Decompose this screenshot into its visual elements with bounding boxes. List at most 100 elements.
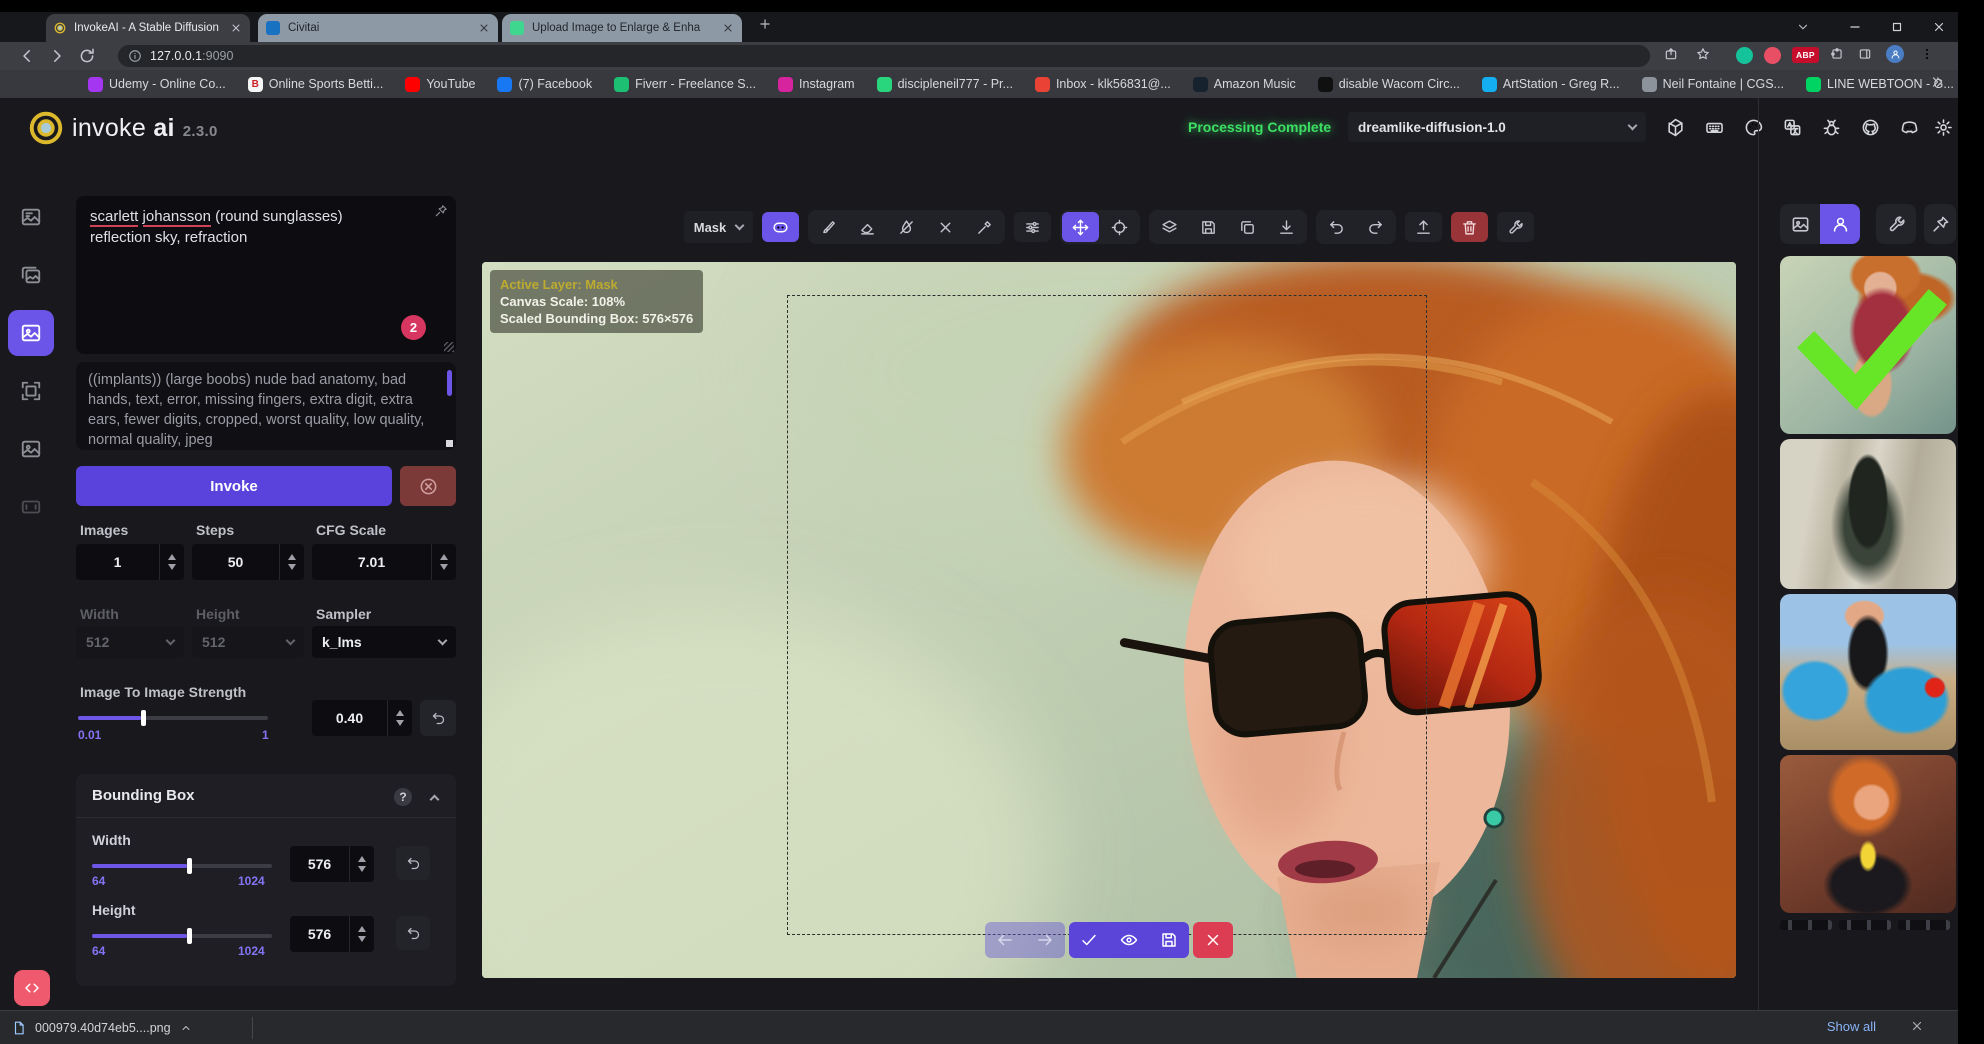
- adblock-plus-extension-icon[interactable]: ABP: [1792, 47, 1819, 63]
- new-tab-button[interactable]: [758, 17, 772, 31]
- bookmark-item[interactable]: (7) Facebook: [497, 77, 592, 92]
- resize-handle[interactable]: [444, 342, 454, 352]
- discard-image-button[interactable]: [1193, 922, 1233, 958]
- brush-options-button[interactable]: [1014, 212, 1051, 242]
- width-select[interactable]: 512: [76, 626, 184, 658]
- collapse-chevron-icon[interactable]: [430, 795, 440, 805]
- download-item[interactable]: 000979.40d74eb5....png: [12, 1011, 192, 1044]
- site-info-icon[interactable]: [128, 49, 142, 63]
- console-toggle-button[interactable]: [14, 970, 50, 1006]
- report-bug-button[interactable]: [1814, 112, 1848, 142]
- bounding-box-header[interactable]: Bounding Box ?: [76, 774, 456, 818]
- erase-bounding-box-button[interactable]: [927, 212, 964, 242]
- profile-avatar[interactable]: [1886, 45, 1904, 63]
- reset-view-button[interactable]: [1101, 212, 1138, 242]
- scrollbar-thumb[interactable]: [447, 370, 452, 396]
- stepper[interactable]: [349, 916, 374, 952]
- bbox-width-input[interactable]: 576: [290, 846, 374, 882]
- prompt-input[interactable]: scarlett johansson (round sunglasses) re…: [76, 196, 456, 354]
- tab-nodes[interactable]: [8, 368, 54, 414]
- gallery-thumbnail[interactable]: [1780, 439, 1956, 589]
- color-picker-button[interactable]: [966, 212, 1003, 242]
- bookmark-item[interactable]: Instagram: [778, 77, 855, 92]
- cancel-button[interactable]: [400, 466, 456, 506]
- eraser-tool-button[interactable]: [849, 212, 886, 242]
- gallery-settings-button[interactable]: [1876, 204, 1916, 244]
- tab-close-icon[interactable]: [478, 22, 490, 34]
- bookmark-item[interactable]: disable Wacom Circ...: [1318, 77, 1460, 92]
- redo-button[interactable]: [1357, 212, 1394, 242]
- model-select[interactable]: dreamlike-diffusion-1.0: [1348, 112, 1646, 142]
- show-all-downloads-link[interactable]: Show all: [1827, 1019, 1876, 1034]
- bbox-width-slider[interactable]: [92, 864, 272, 868]
- next-image-button[interactable]: [1025, 922, 1065, 958]
- tab-upload-image[interactable]: Upload Image to Enlarge & Enha: [502, 14, 742, 42]
- extensions-puzzle-icon[interactable]: [1830, 47, 1844, 61]
- help-icon[interactable]: ?: [394, 788, 412, 806]
- bookmark-item[interactable]: Inbox - klk56831@...: [1035, 77, 1171, 92]
- merge-visible-button[interactable]: [1151, 212, 1188, 242]
- back-button[interactable]: [12, 43, 42, 69]
- move-tool-button[interactable]: [1062, 212, 1099, 242]
- stepper[interactable]: [431, 544, 456, 580]
- strength-input[interactable]: 0.40: [312, 700, 412, 736]
- strength-slider[interactable]: [78, 716, 268, 720]
- model-manager-button[interactable]: [1658, 112, 1692, 142]
- stepper[interactable]: [349, 846, 374, 882]
- bookmark-item[interactable]: Amazon Music: [1193, 77, 1296, 92]
- slider-thumb[interactable]: [187, 858, 192, 874]
- save-to-gallery-button[interactable]: [1190, 212, 1227, 242]
- stepper[interactable]: [159, 544, 184, 580]
- browser-menu-kebab-icon[interactable]: [1920, 47, 1934, 61]
- theme-button[interactable]: [1736, 112, 1770, 142]
- steps-input[interactable]: 50: [192, 544, 304, 580]
- sampler-select[interactable]: k_lms: [312, 626, 456, 658]
- share-icon[interactable]: [1664, 47, 1678, 61]
- save-staging-button[interactable]: [1149, 922, 1189, 958]
- stepper[interactable]: [387, 700, 412, 736]
- tab-invokeai[interactable]: InvokeAI - A Stable Diffusion Too: [46, 14, 250, 42]
- bbox-height-slider[interactable]: [92, 934, 272, 938]
- gallery-results-tab[interactable]: [1820, 204, 1860, 244]
- grammarly-extension-icon[interactable]: [1736, 47, 1753, 64]
- discord-button[interactable]: [1892, 112, 1926, 142]
- bookmark-item[interactable]: BOnline Sports Betti...: [248, 77, 384, 92]
- slider-thumb[interactable]: [141, 710, 146, 726]
- tab-close-icon[interactable]: [230, 22, 242, 34]
- height-select[interactable]: 512: [192, 626, 304, 658]
- forward-button[interactable]: [42, 43, 72, 69]
- bookmark-star-icon[interactable]: [1696, 47, 1710, 61]
- bookmark-item[interactable]: YouTube: [405, 77, 475, 92]
- tab-unified-canvas[interactable]: [8, 310, 54, 356]
- images-input[interactable]: 1: [76, 544, 184, 580]
- address-bar[interactable]: 127.0.0.1:9090: [118, 45, 1650, 67]
- tab-text-to-image[interactable]: [8, 194, 54, 240]
- hotkeys-button[interactable]: [1697, 112, 1731, 142]
- tab-training[interactable]: [8, 484, 54, 530]
- stepper[interactable]: [279, 544, 304, 580]
- bookmarks-overflow-icon[interactable]: [1930, 75, 1944, 89]
- tab-postprocessing[interactable]: [8, 426, 54, 472]
- tab-image-to-image[interactable]: [8, 252, 54, 298]
- upload-button[interactable]: [1405, 212, 1442, 242]
- close-download-shelf-icon[interactable]: [1910, 1019, 1924, 1033]
- bookmark-item[interactable]: discipleneil777 - Pr...: [877, 77, 1013, 92]
- fill-bounding-box-button[interactable]: [888, 212, 925, 242]
- extension-icon[interactable]: [1764, 47, 1781, 64]
- bookmark-item[interactable]: ArtStation - Greg R...: [1482, 77, 1620, 92]
- cfg-scale-input[interactable]: 7.01: [312, 544, 456, 580]
- language-button[interactable]: [1775, 112, 1809, 142]
- tab-civitai[interactable]: Civitai: [258, 14, 498, 42]
- tab-search-icon[interactable]: [1796, 20, 1810, 34]
- negative-prompt-input[interactable]: ((implants)) (large boobs) nude bad anat…: [76, 362, 456, 450]
- accept-image-button[interactable]: [1069, 922, 1109, 958]
- sidebar-icon[interactable]: [1858, 47, 1872, 61]
- window-maximize-button[interactable]: [1890, 20, 1904, 34]
- resize-handle[interactable]: [446, 440, 453, 447]
- show-hide-button[interactable]: [1109, 922, 1149, 958]
- download-image-button[interactable]: [1268, 212, 1305, 242]
- brush-tool-button[interactable]: [810, 212, 847, 242]
- github-button[interactable]: [1853, 112, 1887, 142]
- strength-reset-button[interactable]: [420, 700, 456, 736]
- window-close-button[interactable]: [1932, 20, 1946, 34]
